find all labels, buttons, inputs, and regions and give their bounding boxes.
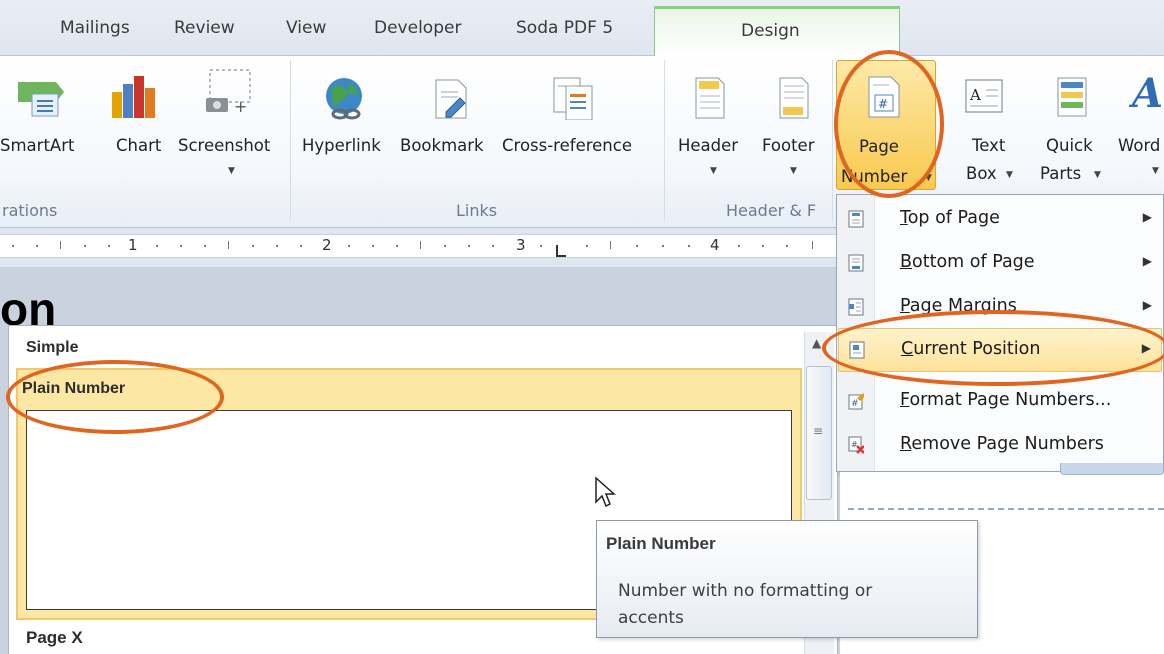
menu-item-remove-page-numbers[interactable]: # Remove Page Numbers bbox=[838, 424, 1162, 468]
menu-item-label: Format Page Numbers... bbox=[900, 390, 1112, 410]
menu-item-label: Bottom of Page bbox=[900, 252, 1035, 272]
header-footer-group-label: Header & F bbox=[726, 201, 817, 220]
annotation-oval-plain-number bbox=[6, 360, 224, 434]
ruler-mark: 1 bbox=[128, 236, 138, 254]
text-box-label-line2: Box bbox=[966, 164, 997, 183]
quick-parts-icon bbox=[1057, 77, 1087, 117]
footer-dropdown-icon: ▼ bbox=[790, 166, 797, 176]
wordart-label: Word bbox=[1118, 136, 1161, 155]
bookmark-icon bbox=[435, 79, 467, 119]
screenshot-label: Screenshot bbox=[178, 136, 271, 155]
header-boundary-line bbox=[848, 508, 1164, 510]
illustrations-group-label: rations bbox=[2, 201, 58, 220]
submenu-arrow-icon: ▶ bbox=[1142, 298, 1152, 312]
svg-text:+: + bbox=[234, 97, 247, 116]
quick-parts-label-line1: Quick bbox=[1046, 136, 1093, 155]
screenshot-dropdown-icon: ▼ bbox=[228, 166, 235, 176]
scroll-up-icon[interactable]: ▲ bbox=[812, 336, 821, 350]
cross-reference-icon bbox=[553, 77, 593, 120]
header-dropdown-icon: ▼ bbox=[710, 166, 717, 176]
gallery-section-header: Simple bbox=[26, 339, 79, 356]
tab-mailings[interactable]: Mailings bbox=[60, 18, 130, 38]
chart-label: Chart bbox=[116, 136, 162, 155]
ruler-mark: 4 bbox=[710, 236, 720, 254]
svg-text:#: # bbox=[851, 440, 858, 449]
header-label: Header bbox=[678, 136, 739, 155]
tab-view[interactable]: View bbox=[286, 18, 326, 38]
page-top-icon bbox=[848, 210, 864, 228]
bookmark-label: Bookmark bbox=[400, 136, 484, 155]
gallery-item-page-x[interactable]: Page X bbox=[26, 628, 83, 648]
submenu-arrow-icon: ▶ bbox=[1142, 254, 1152, 268]
page-bottom-icon bbox=[848, 254, 864, 272]
wordart-dropdown-icon: ▼ bbox=[1152, 166, 1159, 176]
menu-item-label: Top of Page bbox=[900, 208, 1000, 228]
horizontal-ruler[interactable]: 1 2 3 4 bbox=[0, 228, 840, 268]
remove-page-numbers-icon: # bbox=[848, 436, 864, 454]
group-separator bbox=[832, 60, 833, 220]
quick-parts-dropdown-icon: ▼ bbox=[1094, 170, 1101, 180]
annotation-oval-page-number bbox=[834, 50, 944, 198]
text-box-dropdown-icon: ▼ bbox=[1006, 170, 1013, 180]
tab-review[interactable]: Review bbox=[174, 18, 235, 38]
links-group-label: Links bbox=[456, 201, 498, 220]
footer-icon bbox=[779, 77, 809, 119]
svg-text:A: A bbox=[969, 86, 981, 104]
header-icon bbox=[695, 77, 725, 119]
submenu-arrow-icon: ▶ bbox=[1142, 210, 1152, 224]
footer-label: Footer bbox=[762, 136, 815, 155]
text-box-label-line1: Text bbox=[972, 136, 1006, 155]
wordart-icon: A bbox=[1132, 70, 1164, 117]
globe-link-icon bbox=[326, 78, 362, 120]
text-box-icon: A bbox=[965, 79, 1003, 113]
scrollbar-grip-icon: ≡ bbox=[813, 424, 824, 438]
tab-design[interactable]: Design bbox=[654, 6, 900, 56]
screenshot-icon: + bbox=[206, 69, 251, 116]
ruler-mark: 2 bbox=[322, 236, 332, 254]
group-separator bbox=[290, 60, 291, 220]
menu-item-format-page-numbers[interactable]: # Format Page Numbers... bbox=[838, 380, 1162, 424]
ribbon-tab-bar: Mailings Review View Developer Soda PDF … bbox=[0, 0, 1164, 56]
tab-developer[interactable]: Developer bbox=[374, 18, 461, 38]
cross-reference-label: Cross-reference bbox=[502, 136, 632, 155]
menu-item-bottom-of-page[interactable]: Bottom of Page ▶ bbox=[838, 242, 1162, 286]
tab-soda-pdf[interactable]: Soda PDF 5 bbox=[516, 18, 613, 38]
chart-icon bbox=[112, 76, 155, 118]
menu-item-top-of-page[interactable]: Top of Page ▶ bbox=[838, 198, 1162, 242]
page-margins-icon bbox=[848, 298, 864, 316]
mouse-pointer-icon bbox=[595, 476, 616, 508]
hyperlink-label: Hyperlink bbox=[302, 136, 381, 155]
quick-parts-label-line2: Parts bbox=[1040, 164, 1082, 183]
group-separator bbox=[664, 60, 665, 220]
annotation-oval-current-position bbox=[822, 310, 1164, 386]
smartart-label: SmartArt bbox=[0, 136, 75, 155]
tooltip-body: Number with no formatting or accents bbox=[618, 581, 873, 628]
format-page-numbers-icon: # bbox=[848, 393, 864, 410]
tab-design-label: Design bbox=[741, 21, 800, 41]
svg-text:#: # bbox=[851, 399, 859, 409]
ruler-strip: 1 2 3 4 bbox=[0, 234, 840, 258]
ruler-mark: 3 bbox=[516, 236, 526, 254]
smartart-icon bbox=[18, 82, 64, 117]
menu-item-label: Remove Page Numbers bbox=[900, 434, 1104, 454]
tab-stop-marker-icon[interactable] bbox=[556, 245, 566, 257]
tooltip-title: Plain Number bbox=[606, 534, 716, 553]
